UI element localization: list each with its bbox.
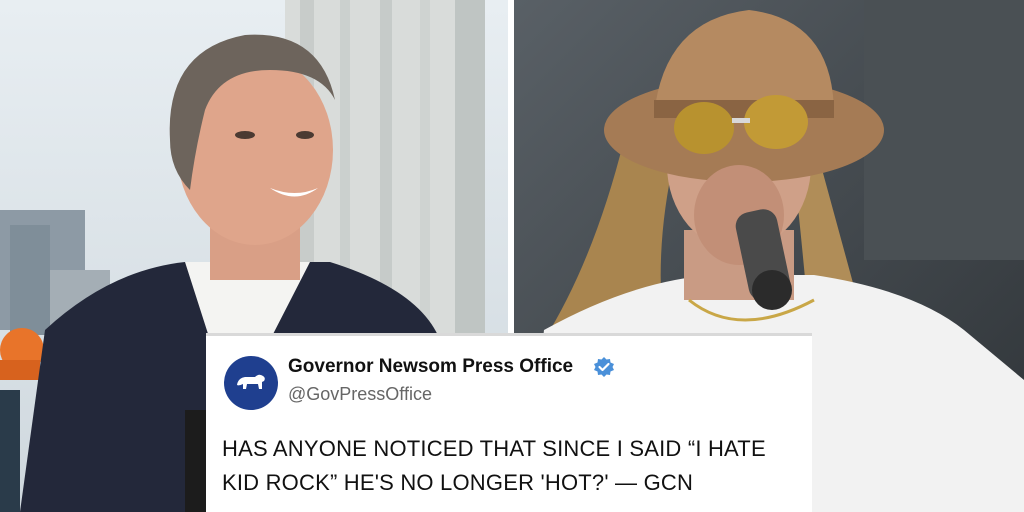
tweet-card: Governor Newsom Press Office @GovPressOf… — [206, 333, 812, 512]
tweet-text: HAS ANYONE NOTICED THAT SINCE I SAID “I … — [222, 436, 766, 495]
display-name[interactable]: Governor Newsom Press Office — [288, 356, 573, 378]
handle[interactable]: @GovPressOffice — [288, 384, 432, 405]
avatar[interactable] — [224, 356, 278, 410]
verified-badge-icon — [594, 357, 614, 377]
california-bear-icon — [235, 371, 267, 396]
